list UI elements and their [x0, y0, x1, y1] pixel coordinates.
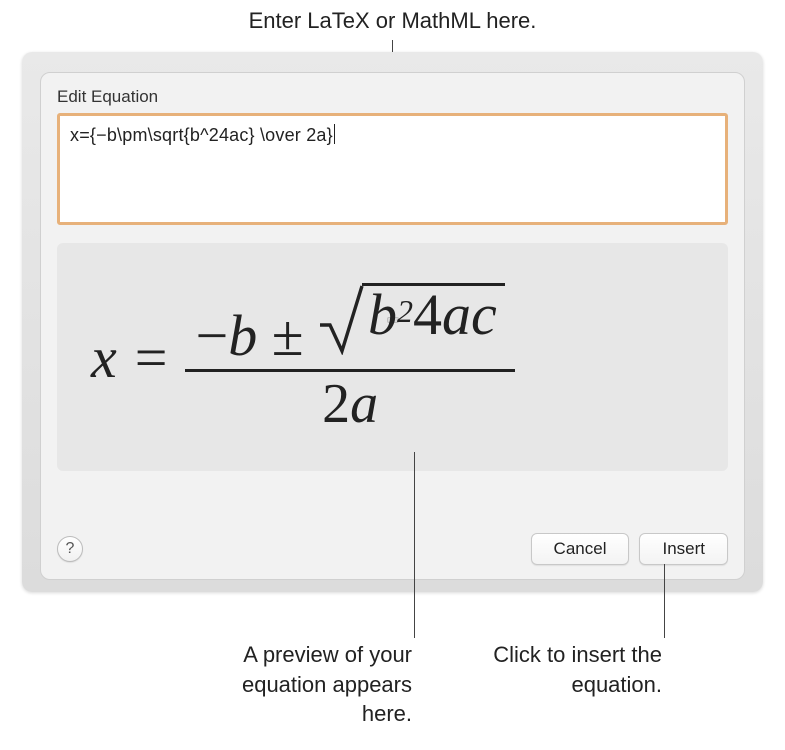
- eq-c: c: [471, 286, 497, 344]
- eq-equals: =: [135, 324, 168, 391]
- eq-radicand: b24ac: [362, 283, 505, 346]
- callout-line-bottom-right: [664, 564, 665, 638]
- button-row: ? Cancel Insert: [57, 533, 728, 565]
- eq-4: 4: [413, 286, 442, 344]
- eq-exp: 2: [397, 295, 413, 327]
- eq-denominator: 2a: [312, 372, 388, 436]
- equation-input[interactable]: x={−b\pm\sqrt{b^24ac} \over 2a}: [57, 113, 728, 225]
- callout-bottom-left: A preview of your equation appears here.: [232, 640, 412, 729]
- text-cursor: [334, 124, 335, 144]
- dialog-panel: Edit Equation x={−b\pm\sqrt{b^24ac} \ove…: [40, 72, 745, 580]
- eq-b2: b: [368, 286, 397, 344]
- callout-bottom-right: Click to insert the equation.: [482, 640, 662, 699]
- dialog-title: Edit Equation: [57, 87, 728, 107]
- eq-numerator: −b ± b24ac: [185, 279, 514, 369]
- equation-input-value: x={−b\pm\sqrt{b^24ac} \over 2a}: [70, 125, 333, 145]
- rendered-equation: x = −b ± b24ac: [91, 279, 515, 436]
- eq-den2: 2: [322, 373, 350, 435]
- callout-line-bottom-left: [414, 452, 415, 638]
- eq-fraction: −b ± b24ac 2a: [185, 279, 514, 436]
- dialog-window: Edit Equation x={−b\pm\sqrt{b^24ac} \ove…: [22, 52, 763, 592]
- eq-plusminus: ±: [272, 303, 304, 368]
- callout-top: Enter LaTeX or MathML here.: [0, 8, 785, 34]
- eq-lhs: x: [91, 324, 117, 391]
- eq-minus: −: [195, 303, 228, 368]
- equation-preview: x = −b ± b24ac: [57, 243, 728, 471]
- insert-button[interactable]: Insert: [639, 533, 728, 565]
- eq-b: b: [228, 303, 257, 368]
- help-button[interactable]: ?: [57, 536, 83, 562]
- eq-a: a: [442, 286, 471, 344]
- eq-sqrt: b24ac: [318, 283, 505, 355]
- radical-icon: [318, 283, 364, 355]
- eq-dena: a: [350, 373, 378, 435]
- cancel-button[interactable]: Cancel: [531, 533, 630, 565]
